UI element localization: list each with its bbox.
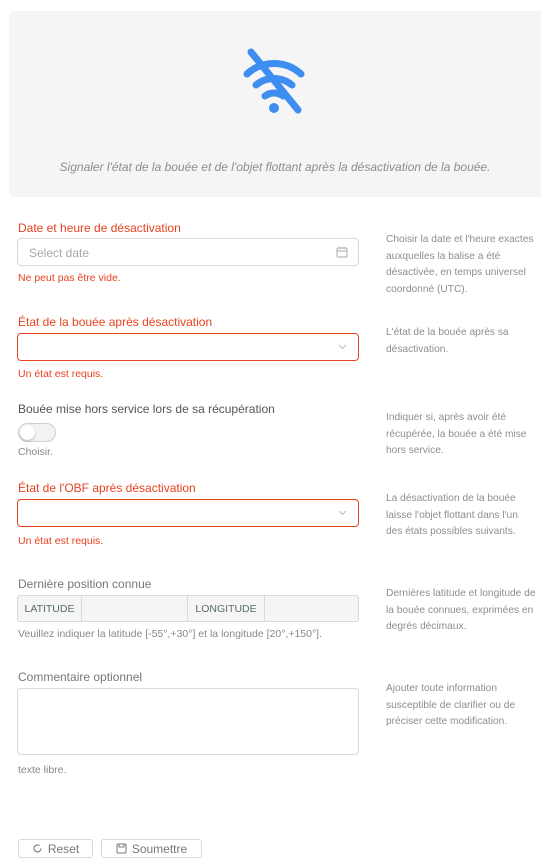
position-label: Dernière position connue: [18, 577, 152, 591]
date-label: Date et heure de désactivation: [18, 221, 181, 235]
wifi-off-icon: [243, 48, 305, 114]
banner-message: Signaler l'état de la bouée et de l'obje…: [59, 160, 491, 174]
position-input-group: LATITUDE LONGITUDE: [17, 595, 359, 622]
comment-label: Commentaire optionnel: [18, 670, 143, 684]
toggle-knob: [20, 425, 35, 440]
date-input[interactable]: Select date: [17, 238, 359, 266]
decommissioned-label: Bouée mise hors service lors de sa récup…: [18, 402, 275, 416]
chevron-down-icon: [338, 510, 347, 516]
comment-help: Ajouter toute information susceptible de…: [386, 683, 516, 727]
decommissioned-help: Indiquer si, après avoir été récupérée, …: [386, 412, 527, 456]
position-hint: Veuillez indiquer la latitude [-55°,+30°…: [18, 628, 323, 640]
buoy-state-select[interactable]: [17, 333, 359, 361]
calendar-icon: [336, 247, 348, 258]
obf-state-help: La désactivation de la bouée laisse l'ob…: [386, 493, 518, 537]
comment-textarea[interactable]: [17, 688, 359, 755]
obf-state-select[interactable]: [17, 499, 359, 527]
chevron-down-icon: [338, 344, 347, 350]
longitude-addon: LONGITUDE: [188, 595, 265, 622]
reset-button[interactable]: Reset: [18, 839, 93, 858]
latitude-input[interactable]: [82, 595, 188, 622]
date-help: Choisir la date et l'heure exactes auxqu…: [386, 234, 534, 295]
obf-state-error: Un état est requis.: [18, 535, 104, 547]
save-icon: [116, 843, 127, 854]
longitude-input[interactable]: [265, 595, 359, 622]
obf-state-label: État de l'OBF après désactivation: [18, 481, 196, 495]
buoy-state-label: État de la bouée après désactivation: [18, 315, 213, 329]
info-banner: Signaler l'état de la bouée et de l'obje…: [9, 11, 541, 197]
buoy-state-error: Un état est requis.: [18, 368, 104, 380]
date-error: Ne peut pas être vide.: [18, 272, 121, 284]
latitude-addon: LATITUDE: [17, 595, 82, 622]
date-placeholder: Select date: [29, 246, 90, 260]
position-help: Dernières latitude et longitude de la bo…: [386, 588, 536, 632]
reset-label: Reset: [47, 841, 80, 856]
decommissioned-toggle[interactable]: [18, 423, 56, 442]
submit-button[interactable]: Soumettre: [101, 839, 202, 858]
buoy-state-help: L'état de la bouée après sa désactivatio…: [386, 327, 509, 355]
submit-label: Soumettre: [131, 841, 188, 856]
comment-hint: texte libre.: [18, 764, 67, 776]
reset-icon: [33, 844, 42, 853]
decommissioned-hint: Choisir.: [18, 446, 54, 458]
